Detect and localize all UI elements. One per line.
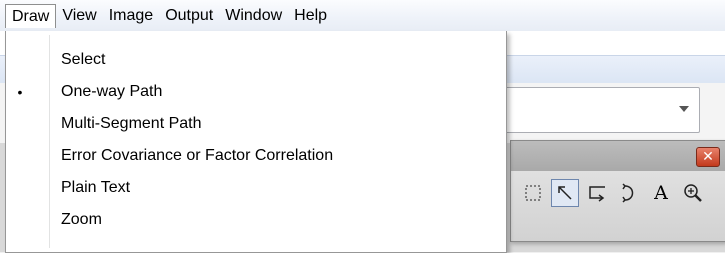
chevron-down-icon[interactable] xyxy=(679,106,689,112)
menu-image[interactable]: Image xyxy=(103,4,159,28)
menu-bar: Draw View Image Output Window Help xyxy=(0,0,725,31)
menu-item-label: One-way Path xyxy=(61,83,163,100)
menu-item-label: Error Covariance or Factor Correlation xyxy=(61,147,334,164)
arrow-pointer-icon[interactable] xyxy=(551,179,579,207)
tool-palette: A xyxy=(519,178,714,208)
menu-help[interactable]: Help xyxy=(288,4,333,28)
menu-output[interactable]: Output xyxy=(159,4,219,28)
radio-bullet-icon: • xyxy=(17,84,23,100)
menu-item-error-covariance[interactable]: Error Covariance or Factor Correlation xyxy=(6,140,506,172)
menu-draw[interactable]: Draw xyxy=(5,3,57,28)
menu-item-select[interactable]: Select xyxy=(6,44,506,76)
zoom-icon[interactable] xyxy=(679,179,707,207)
menu-item-label: Plain Text xyxy=(61,179,131,196)
text-tool-icon[interactable]: A xyxy=(647,179,675,207)
close-icon[interactable]: ✕ xyxy=(696,147,720,167)
menu-item-label: Multi-Segment Path xyxy=(61,115,202,132)
draw-tools-window: ✕ A xyxy=(510,140,725,242)
marquee-select-icon[interactable] xyxy=(519,179,547,207)
multi-segment-path-icon[interactable] xyxy=(583,179,611,207)
menu-item-multi-segment-path[interactable]: Multi-Segment Path xyxy=(6,108,506,140)
dropdown-select[interactable] xyxy=(488,87,700,133)
text-tool-glyph: A xyxy=(654,182,668,204)
menu-item-label: Zoom xyxy=(61,211,102,228)
tool-window-titlebar[interactable]: ✕ xyxy=(511,141,725,171)
menu-view[interactable]: View xyxy=(56,4,102,28)
menu-item-plain-text[interactable]: Plain Text xyxy=(6,172,506,204)
menu-item-one-way-path[interactable]: • One-way Path xyxy=(6,76,506,108)
draw-menu-dropdown: Select • One-way Path Multi-Segment Path… xyxy=(5,31,507,253)
menu-item-zoom[interactable]: Zoom xyxy=(6,204,506,236)
menu-window[interactable]: Window xyxy=(219,4,288,28)
menu-item-label: Select xyxy=(61,51,106,68)
covariance-curve-icon[interactable] xyxy=(615,179,643,207)
